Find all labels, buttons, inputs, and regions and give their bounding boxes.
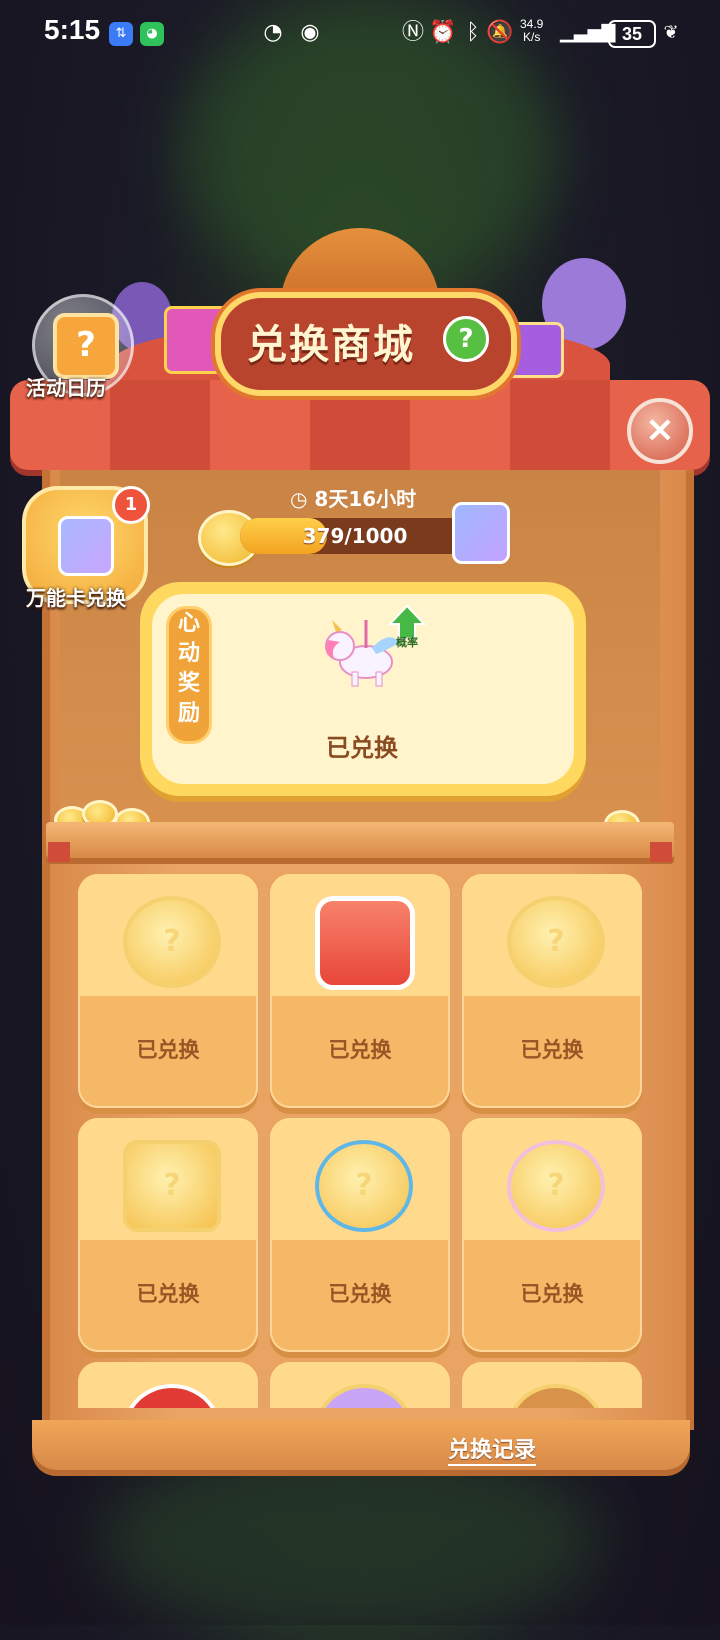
shelf-end xyxy=(48,842,70,862)
shelf-end xyxy=(650,842,672,862)
koi-wreath-icon: ? xyxy=(315,1140,413,1232)
exchange-record-link[interactable]: 兑换记录 xyxy=(448,1432,537,1466)
harvest-wreath-icon: ? xyxy=(507,896,605,988)
help-button[interactable]: ? xyxy=(443,316,489,362)
avatar-icon xyxy=(315,896,415,990)
app-notification-icon: ⇅ xyxy=(109,22,133,46)
eye-icon: ◉ xyxy=(300,20,320,45)
rate-label: 概率 xyxy=(396,635,418,648)
reward-item[interactable]: ? 已兑换 xyxy=(78,874,258,1108)
mute-icon: 🔕 xyxy=(486,20,514,45)
battery-indicator: 35 xyxy=(608,20,656,48)
reward-item[interactable] xyxy=(270,1362,450,1408)
data-saver-icon: ◔ xyxy=(263,20,283,45)
page-title: 兑换商城 xyxy=(247,322,415,368)
reward-item[interactable]: ? 已兑换 xyxy=(462,874,642,1108)
featured-tag-char: 励 xyxy=(177,701,200,726)
points-progress-bar: 379/1000 xyxy=(240,518,470,554)
activity-calendar-label: 活动日历 xyxy=(26,376,106,400)
reward-item-status: 已兑换 xyxy=(328,1038,392,1062)
reward-item-status: 已兑换 xyxy=(136,1282,200,1306)
progress-text: 379/1000 xyxy=(302,524,408,548)
featured-status: 已兑换 xyxy=(326,734,398,762)
featured-tag: 心 动 奖 励 xyxy=(166,606,212,744)
reward-item-status: 已兑换 xyxy=(328,1282,392,1306)
reward-item[interactable]: ? 已兑换 xyxy=(462,1118,642,1352)
background-blur xyxy=(100,1440,600,1640)
countdown-timer: ◷ 8天16小时 xyxy=(290,487,417,511)
alarm-icon: ⏰ xyxy=(429,20,457,45)
reward-card-icon[interactable] xyxy=(452,502,510,564)
status-time: 5:15 xyxy=(44,14,101,45)
reward-item-status: 已兑换 xyxy=(520,1038,584,1062)
reward-item[interactable]: ? 已兑换 xyxy=(78,1118,258,1352)
reward-item-status: 已兑换 xyxy=(136,1038,200,1062)
featured-tag-char: 心 xyxy=(177,611,200,636)
universal-card-icon xyxy=(58,516,114,576)
bluetooth-icon: ᛒ xyxy=(466,20,480,45)
chicken-frame-icon: ? xyxy=(123,896,221,988)
bottom-bar xyxy=(32,1420,690,1470)
reward-item[interactable] xyxy=(462,1362,642,1408)
featured-tag-char: 动 xyxy=(177,641,200,666)
reward-item[interactable]: ? 已兑换 xyxy=(270,1118,450,1352)
countdown-text: 8天16小时 xyxy=(314,487,417,511)
notification-badge: 1 xyxy=(112,486,150,524)
network-speed: 34.9 K/s xyxy=(520,18,543,44)
wechat-icon: ◕ xyxy=(140,22,164,46)
cow-frame-icon: ? xyxy=(507,1140,605,1232)
reward-grid[interactable]: ? 已兑换 已兑换 ? 已兑换 ? 已兑换 ? 已兑换 ? 已兑换 xyxy=(62,868,658,1408)
reward-item-status: 已兑换 xyxy=(520,1282,584,1306)
lantern-gate-icon: ? xyxy=(123,1140,221,1232)
leaf-icon: ❦ xyxy=(663,22,679,43)
speed-value: 34.9 xyxy=(520,17,544,31)
status-bar: 5:15 ⇅ ◕ ◔ ◉ Ⓝ ⏰ ᛒ 🔕 34.9 K/s ▁▃▅▇ 35 ❦ xyxy=(0,0,720,68)
title-sign: 兑换商城 ? xyxy=(215,292,517,396)
calendar-icon: ? xyxy=(53,313,119,379)
signal-icon: ▁▃▅▇ xyxy=(560,22,616,43)
rate-up-icon: 概率 xyxy=(388,604,426,648)
speed-unit: K/s xyxy=(523,30,541,44)
close-button[interactable]: × xyxy=(627,398,693,464)
reward-item[interactable]: 已兑换 xyxy=(270,874,450,1108)
reward-item[interactable] xyxy=(78,1362,258,1408)
nfc-icon: Ⓝ xyxy=(401,20,424,45)
featured-tag-char: 奖 xyxy=(177,671,200,696)
shelf-divider xyxy=(46,822,674,858)
universal-card-label: 万能卡兑换 xyxy=(26,586,126,610)
